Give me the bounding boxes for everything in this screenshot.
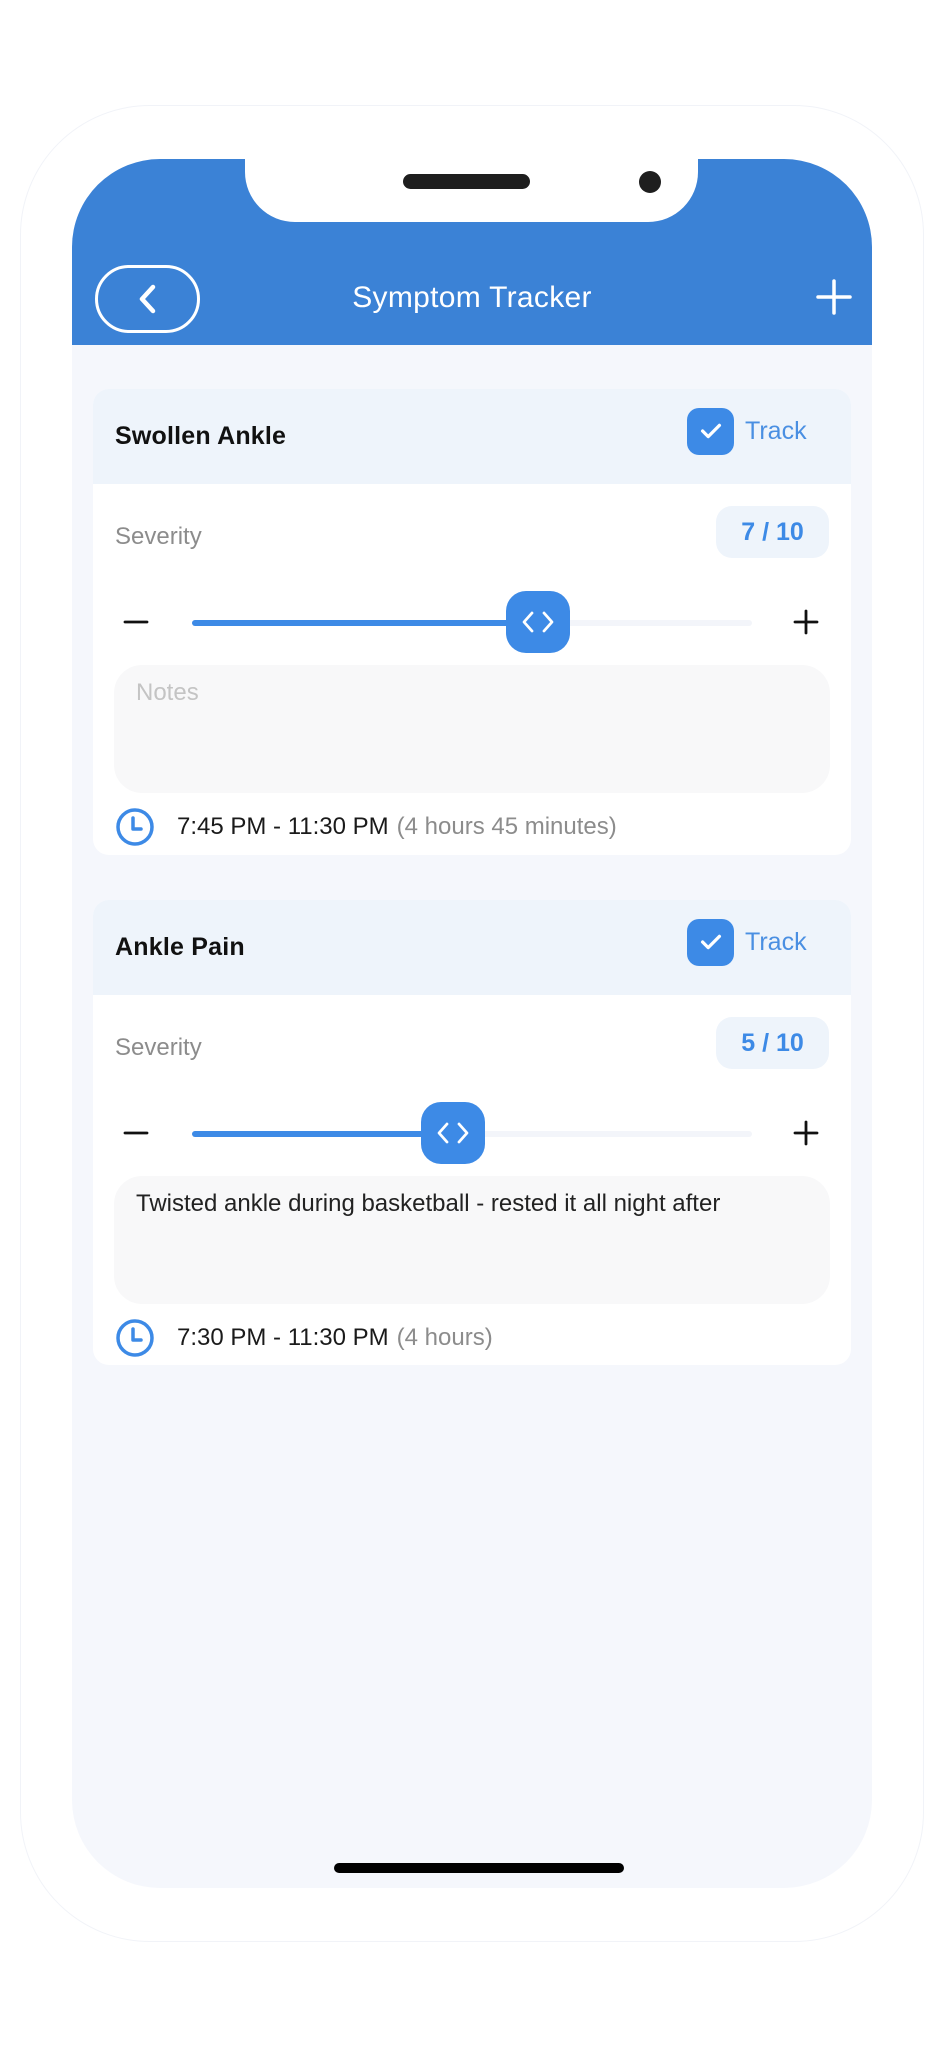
- symptom-card: Ankle Pain Track Severity 5 / 10 Twisted…: [93, 900, 851, 1365]
- symptom-card-header: Ankle Pain Track: [93, 900, 851, 995]
- severity-value-badge: 7 / 10: [716, 506, 829, 558]
- symptom-name: Ankle Pain: [115, 933, 245, 961]
- minus-icon: [123, 1131, 149, 1135]
- front-camera: [639, 171, 661, 193]
- clock-icon: [116, 1319, 154, 1357]
- notes-input[interactable]: Notes: [114, 665, 830, 793]
- clock-icon: [116, 808, 154, 846]
- duration: (4 hours 45 minutes): [396, 813, 617, 840]
- track-checkbox[interactable]: Track: [687, 918, 807, 966]
- severity-label: Severity: [115, 1034, 202, 1061]
- plus-icon: [793, 609, 819, 635]
- home-indicator[interactable]: [334, 1863, 624, 1873]
- slider-thumb[interactable]: [421, 1102, 485, 1164]
- checkmark-icon: [700, 423, 721, 439]
- plus-icon: [793, 1120, 819, 1146]
- increase-severity-button[interactable]: [791, 607, 821, 637]
- time-range: 7:45 PM - 11:30 PM: [177, 813, 389, 840]
- time-range: 7:30 PM - 11:30 PM: [177, 1324, 389, 1351]
- app-header: Symptom Tracker: [72, 159, 872, 345]
- page-title: Symptom Tracker: [352, 281, 592, 314]
- checkbox-checked: [687, 407, 734, 455]
- slider-fill: [192, 1131, 453, 1137]
- speaker-grille: [403, 174, 530, 189]
- decrease-severity-button[interactable]: [121, 1118, 151, 1148]
- drag-arrows-icon: [522, 611, 554, 633]
- slider-fill: [192, 620, 538, 626]
- checkmark-icon: [700, 934, 721, 950]
- app-screen: Symptom Tracker Swollen Ankle Track Seve…: [72, 159, 872, 1888]
- duration: (4 hours): [396, 1324, 493, 1351]
- increase-severity-button[interactable]: [791, 1118, 821, 1148]
- symptom-card: Swollen Ankle Track Severity 7 / 10 Note…: [93, 389, 851, 855]
- severity-label: Severity: [115, 523, 202, 550]
- decrease-severity-button[interactable]: [121, 607, 151, 637]
- track-label: Track: [745, 416, 807, 445]
- symptom-card-header: Swollen Ankle Track: [93, 389, 851, 484]
- track-label: Track: [745, 927, 807, 956]
- severity-slider[interactable]: [192, 591, 752, 653]
- checkbox-checked: [687, 918, 734, 966]
- minus-icon: [123, 620, 149, 624]
- notes-input[interactable]: Twisted ankle during basketball - rested…: [114, 1176, 830, 1304]
- severity-slider[interactable]: [192, 1102, 752, 1164]
- slider-thumb[interactable]: [506, 591, 570, 653]
- time-row: 7:45 PM - 11:30 PM (4 hours 45 minutes): [115, 807, 617, 847]
- add-symptom-button[interactable]: [814, 277, 854, 317]
- plus-icon: [816, 279, 852, 315]
- device-notch: [245, 159, 698, 222]
- severity-value-badge: 5 / 10: [716, 1017, 829, 1069]
- time-row: 7:30 PM - 11:30 PM (4 hours): [115, 1318, 493, 1358]
- symptom-name: Swollen Ankle: [115, 422, 287, 450]
- track-checkbox[interactable]: Track: [687, 407, 807, 455]
- drag-arrows-icon: [437, 1122, 469, 1144]
